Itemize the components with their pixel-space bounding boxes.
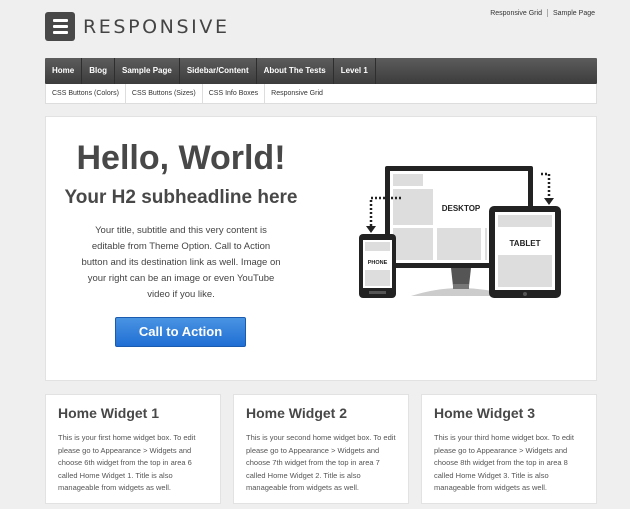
widget-text: This is your third home widget box. To e… (434, 433, 574, 492)
widget-title: Home Widget 2 (246, 405, 347, 421)
top-menu-divider (546, 9, 548, 17)
nav-item-blog[interactable]: Blog (82, 58, 116, 84)
call-to-action-button[interactable]: Call to Action (115, 317, 246, 347)
devices-illustration: DESKTOP TABLET PHONE (359, 166, 561, 298)
top-link-sample-page[interactable]: Sample Page (553, 10, 595, 17)
top-menu: Responsive Grid Sample Page (490, 9, 595, 17)
widget-text: This is your first home widget box. To e… (58, 433, 196, 492)
arrow-head-icon (366, 226, 376, 233)
site-title: RESPONSIVE (83, 15, 230, 38)
hero-headline: Hello, World! (76, 139, 286, 177)
home-widget-3: Home Widget 3 This is your third home wi… (421, 394, 597, 504)
arrow-head-icon (544, 198, 554, 205)
phone-icon: PHONE (359, 234, 396, 298)
top-link-responsive-grid[interactable]: Responsive Grid (490, 10, 542, 17)
widget-title: Home Widget 1 (58, 405, 159, 421)
main-navigation: Home Blog Sample Page Sidebar/Content Ab… (45, 58, 597, 84)
hero-subheadline: Your H2 subheadline here (64, 187, 298, 208)
home-widget-1: Home Widget 1 This is your first home wi… (45, 394, 221, 504)
nav-item-level-1[interactable]: Level 1 (334, 58, 376, 84)
tablet-label: TABLET (510, 239, 541, 248)
phone-label: PHONE (368, 260, 388, 266)
nav-item-sample-page[interactable]: Sample Page (115, 58, 180, 84)
tablet-icon: TABLET (489, 206, 561, 298)
subnav-item-css-buttons-sizes[interactable]: CSS Buttons (Sizes) (126, 83, 203, 104)
nav-item-sidebar-content[interactable]: Sidebar/Content (180, 58, 257, 84)
widget-title: Home Widget 3 (434, 405, 535, 421)
subnav-item-css-buttons-colors[interactable]: CSS Buttons (Colors) (46, 83, 126, 104)
featured-content: Hello, World! Your H2 subheadline here Y… (45, 116, 597, 381)
menu-icon (45, 12, 75, 41)
home-widget-2: Home Widget 2 This is your second home w… (233, 394, 409, 504)
desktop-label: DESKTOP (442, 204, 481, 213)
hero-description: Your title, subtitle and this very conte… (81, 225, 281, 300)
nav-item-about-the-tests[interactable]: About The Tests (257, 58, 334, 84)
site-logo[interactable]: RESPONSIVE (45, 12, 230, 41)
widget-text: This is your second home widget box. To … (246, 433, 396, 492)
nav-item-home[interactable]: Home (45, 58, 83, 84)
sub-navigation: CSS Buttons (Colors) CSS Buttons (Sizes)… (45, 83, 597, 104)
subnav-item-responsive-grid[interactable]: Responsive Grid (265, 84, 329, 104)
subnav-item-css-info-boxes[interactable]: CSS Info Boxes (203, 83, 266, 104)
